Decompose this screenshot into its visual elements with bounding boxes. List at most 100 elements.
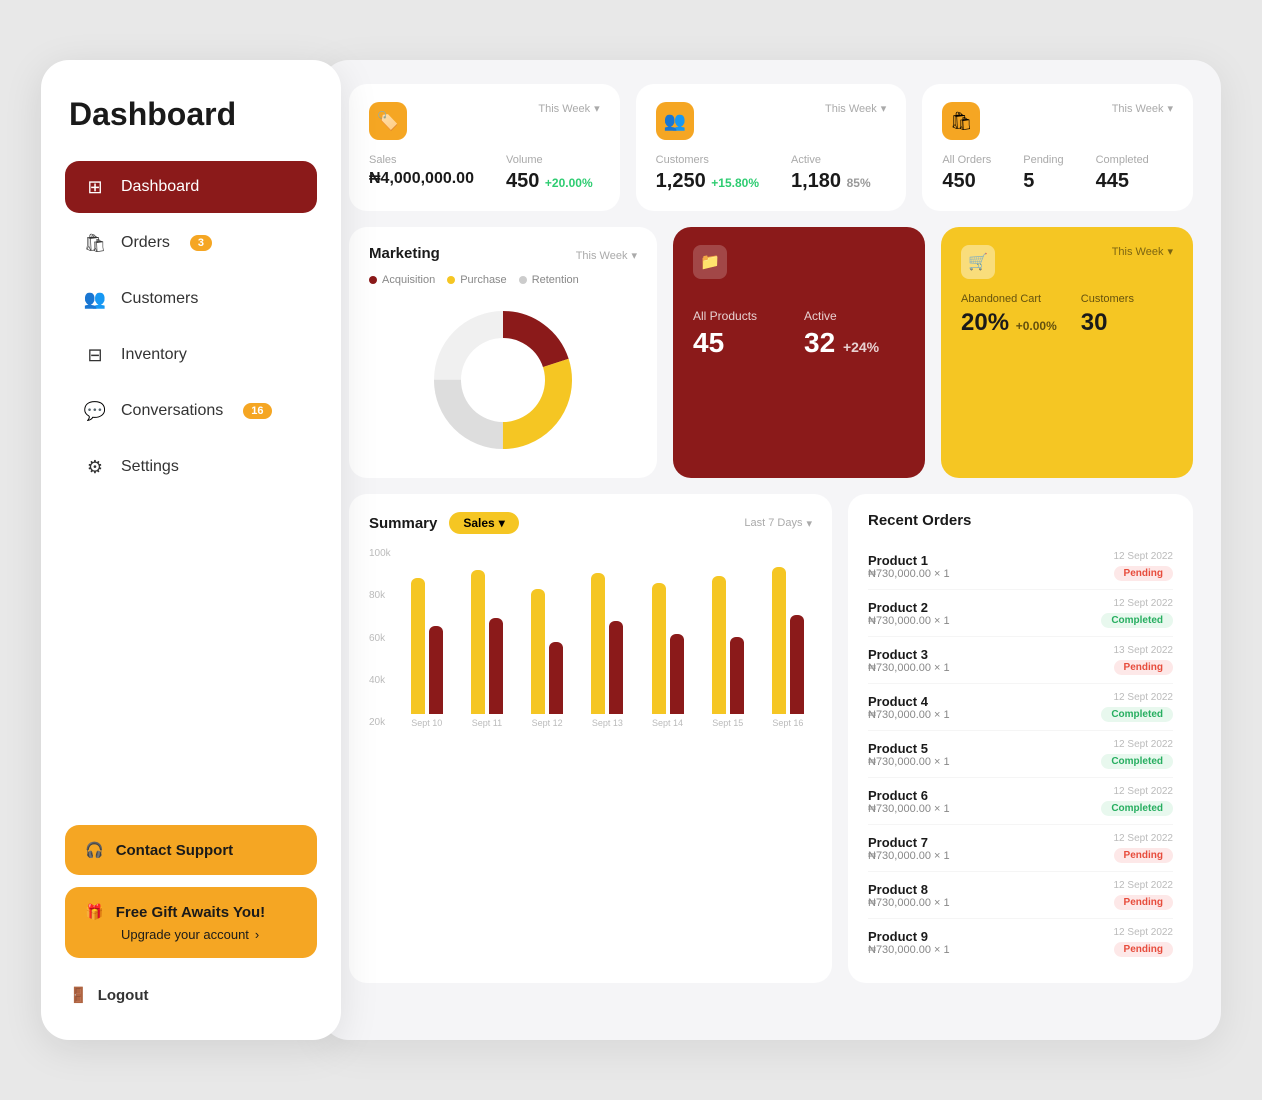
orders-icon: 🛍 — [83, 231, 107, 255]
dashboard-icon: ⊞ — [83, 175, 107, 199]
status-badge: Completed — [1101, 707, 1173, 722]
bar-pair — [591, 554, 623, 714]
middle-grid: Marketing This Week ▾ Acquisition Purcha… — [349, 227, 1193, 478]
conversations-badge: 16 — [243, 403, 271, 419]
cart-card: 🛒 This Week ▾ Abandoned Cart 20% +0.00% — [941, 227, 1193, 478]
order-row: Product 8₦730,000.00 × 112 Sept 2022Pend… — [868, 872, 1173, 919]
chevron-down-icon: ▾ — [631, 249, 637, 262]
order-row: Product 1₦730,000.00 × 112 Sept 2022Pend… — [868, 543, 1173, 590]
cart-icon: 🛒 — [961, 245, 995, 279]
bar-group: Sept 10 — [403, 554, 451, 728]
status-badge: Completed — [1101, 754, 1173, 769]
order-row: Product 7₦730,000.00 × 112 Sept 2022Pend… — [868, 825, 1173, 872]
sidebar-item-conversations[interactable]: 💬 Conversations 16 — [65, 385, 317, 437]
chevron-down-icon: ▾ — [806, 517, 812, 530]
logout-button[interactable]: 🚪 Logout — [65, 978, 317, 1012]
order-left: Product 5₦730,000.00 × 1 — [868, 741, 950, 768]
order-price: ₦730,000.00 × 1 — [868, 615, 950, 627]
cart-metrics: Abandoned Cart 20% +0.00% Customers 30 — [961, 293, 1173, 337]
orders-title: Recent Orders — [868, 512, 1173, 529]
customers-period[interactable]: This Week ▾ — [825, 102, 886, 115]
order-price: ₦730,000.00 × 1 — [868, 803, 950, 815]
order-row: Product 5₦730,000.00 × 112 Sept 2022Comp… — [868, 731, 1173, 778]
sidebar-item-inventory[interactable]: ⊟ Inventory — [65, 329, 317, 381]
sidebar-item-orders[interactable]: 🛍 Orders 3 — [65, 217, 317, 269]
yellow-bar — [531, 589, 545, 714]
bar-label: Sept 10 — [411, 718, 442, 728]
active-customers-metric: Active 1,180 85% — [791, 154, 871, 193]
order-row: Product 4₦730,000.00 × 112 Sept 2022Comp… — [868, 684, 1173, 731]
recent-orders-card: Recent Orders Product 1₦730,000.00 × 112… — [848, 494, 1193, 983]
cart-period[interactable]: This Week ▾ — [1112, 245, 1173, 258]
order-right: 12 Sept 2022Pending — [1114, 927, 1174, 957]
order-date: 12 Sept 2022 — [1114, 551, 1174, 562]
orders-badge: 3 — [190, 235, 212, 251]
bar-pair — [471, 554, 503, 714]
yellow-bar — [652, 583, 666, 714]
sidebar-item-settings[interactable]: ⚙ Settings — [65, 441, 317, 493]
bar-pair — [411, 554, 443, 714]
gift-subtitle: Upgrade your account › — [85, 927, 297, 942]
customers-count-metric: Customers 1,250 +15.80% — [656, 154, 759, 193]
order-name: Product 3 — [868, 647, 950, 662]
orders-card-icon: 🛍 — [942, 102, 980, 140]
yellow-bar — [411, 578, 425, 714]
cart-header: 🛒 This Week ▾ — [961, 245, 1173, 279]
order-left: Product 1₦730,000.00 × 1 — [868, 553, 950, 580]
sidebar-item-dashboard[interactable]: ⊞ Dashboard — [65, 161, 317, 213]
marketing-card: Marketing This Week ▾ Acquisition Purcha… — [349, 227, 657, 478]
orders-list: Product 1₦730,000.00 × 112 Sept 2022Pend… — [868, 543, 1173, 965]
order-row: Product 2₦730,000.00 × 112 Sept 2022Comp… — [868, 590, 1173, 637]
yellow-bar — [712, 576, 726, 714]
order-name: Product 1 — [868, 553, 950, 568]
logout-label: Logout — [98, 987, 149, 1004]
products-icon: 📁 — [693, 245, 727, 279]
bar-group: Sept 15 — [704, 554, 752, 728]
bar-label: Sept 14 — [652, 718, 683, 728]
sidebar-item-customers[interactable]: 👥 Customers — [65, 273, 317, 325]
inventory-icon: ⊟ — [83, 343, 107, 367]
bar-label: Sept 13 — [592, 718, 623, 728]
donut-chart — [369, 300, 637, 460]
orders-period[interactable]: This Week ▾ — [1112, 102, 1173, 115]
status-badge: Pending — [1114, 895, 1173, 910]
chevron-down-icon: ▾ — [499, 516, 505, 530]
all-products-metric: All Products 45 — [693, 309, 794, 359]
order-right: 12 Sept 2022Pending — [1114, 880, 1174, 910]
orders-card-header: 🛍 This Week ▾ — [942, 102, 1173, 140]
sales-period[interactable]: This Week ▾ — [538, 102, 599, 115]
sales-toggle[interactable]: Sales ▾ — [449, 512, 518, 534]
contact-support-button[interactable]: 🎧 Contact Support — [65, 825, 317, 875]
order-left: Product 2₦730,000.00 × 1 — [868, 600, 950, 627]
bar-chart: Sept 10Sept 11Sept 12Sept 13Sept 14Sept … — [403, 548, 812, 728]
yellow-bar — [471, 570, 485, 714]
order-date: 13 Sept 2022 — [1114, 645, 1174, 656]
products-card: 📁 All Products 45 Active 32 +24% — [673, 227, 925, 478]
order-right: 12 Sept 2022Pending — [1114, 833, 1174, 863]
order-row: Product 3₦730,000.00 × 113 Sept 2022Pend… — [868, 637, 1173, 684]
red-bar — [609, 621, 623, 714]
pending-orders-metric: Pending 5 — [1023, 154, 1063, 193]
marketing-period[interactable]: This Week ▾ — [576, 249, 637, 262]
order-right: 13 Sept 2022Pending — [1114, 645, 1174, 675]
top-stats-grid: 🏷️ This Week ▾ Sales ₦4,000,000.00 Volum… — [349, 84, 1193, 211]
gift-title: 🎁 Free Gift Awaits You! — [85, 903, 297, 921]
red-bar — [549, 642, 563, 714]
sidebar-label-conversations: Conversations — [121, 402, 223, 420]
order-name: Product 9 — [868, 929, 950, 944]
bar-group: Sept 11 — [463, 554, 511, 728]
gift-card[interactable]: 🎁 Free Gift Awaits You! Upgrade your acc… — [65, 887, 317, 958]
order-date: 12 Sept 2022 — [1114, 598, 1174, 609]
customers-stat-card: 👥 This Week ▾ Customers 1,250 +15.80% — [636, 84, 907, 211]
status-badge: Completed — [1101, 801, 1173, 816]
sidebar-bottom: 🎧 Contact Support 🎁 Free Gift Awaits You… — [65, 825, 317, 1012]
marketing-legend: Acquisition Purchase Retention — [369, 274, 637, 286]
acquisition-dot — [369, 276, 377, 284]
order-price: ₦730,000.00 × 1 — [868, 568, 950, 580]
chevron-down-icon: ▾ — [881, 102, 887, 115]
orders-metrics: All Orders 450 Pending 5 Completed 445 — [942, 154, 1173, 193]
legend-retention: Retention — [519, 274, 579, 286]
bar-pair — [772, 554, 804, 714]
red-bar — [790, 615, 804, 714]
period-selector[interactable]: Last 7 Days ▾ — [744, 517, 812, 530]
